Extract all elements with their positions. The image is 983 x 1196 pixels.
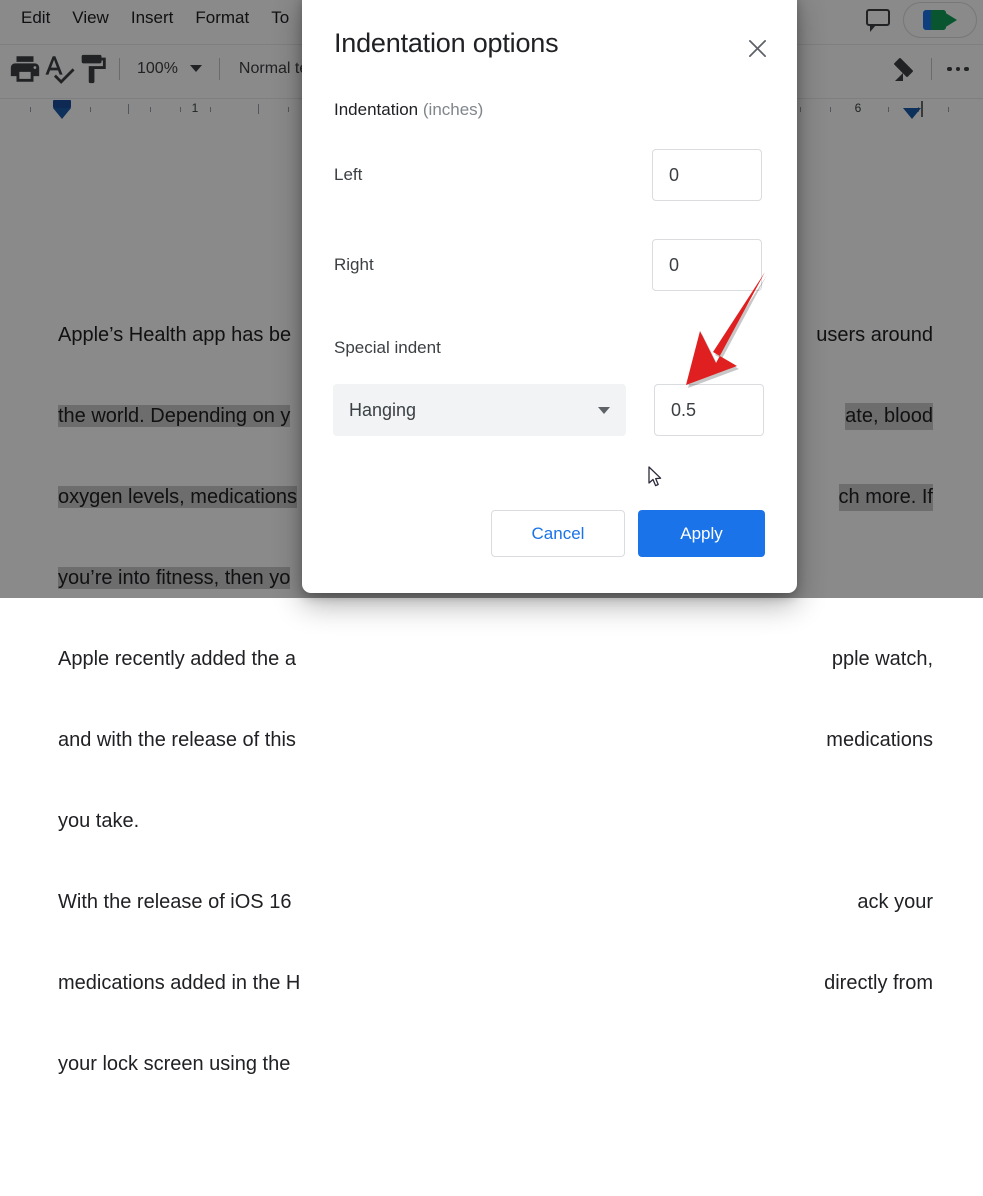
special-indent-value-input[interactable]: 0.5 (654, 384, 764, 436)
doc-line-right: medications (821, 727, 933, 754)
doc-line: Apple recently added the a pple watch, (58, 646, 933, 673)
right-indent-label: Right (334, 255, 374, 275)
doc-line-text: your lock screen using the (58, 1053, 296, 1075)
left-indent-label: Left (334, 165, 362, 185)
doc-line-text: you take. (58, 810, 139, 832)
special-indent-select[interactable]: Hanging (333, 384, 626, 436)
right-indent-input[interactable]: 0 (652, 239, 762, 291)
doc-line: medications added in the H directly from (58, 970, 933, 997)
doc-line-right: directly from (824, 970, 933, 997)
special-indent-label: Special indent (334, 338, 441, 358)
left-indent-input[interactable]: 0 (652, 149, 762, 201)
chevron-down-icon (598, 407, 610, 414)
indentation-options-dialog: Indentation options Indentation (inches)… (302, 0, 797, 593)
special-indent-selected-value: Hanging (349, 400, 598, 421)
doc-line: you take. (58, 808, 933, 835)
doc-line-right: pple watch, (832, 646, 933, 673)
apply-button[interactable]: Apply (638, 510, 765, 557)
dialog-title: Indentation options (334, 28, 558, 59)
doc-line: your lock screen using the (58, 1051, 933, 1078)
cancel-button[interactable]: Cancel (491, 510, 625, 557)
doc-line-text: Apple recently added the a (58, 648, 296, 670)
doc-line: and with the release of this medications (58, 727, 933, 754)
section-label-unit: (inches) (423, 100, 483, 119)
doc-line-right: ack your (857, 889, 933, 916)
indentation-section-label: Indentation (inches) (334, 100, 483, 120)
doc-line-text: medications added in the H (58, 972, 300, 994)
close-icon[interactable] (740, 31, 774, 65)
doc-line: With the release of iOS 16 ack your (58, 889, 933, 916)
section-label-text: Indentation (334, 100, 418, 119)
mouse-cursor (648, 466, 664, 488)
doc-line-text: and with the release of this (58, 729, 296, 751)
doc-line-text: With the release of iOS 16 (58, 891, 291, 913)
